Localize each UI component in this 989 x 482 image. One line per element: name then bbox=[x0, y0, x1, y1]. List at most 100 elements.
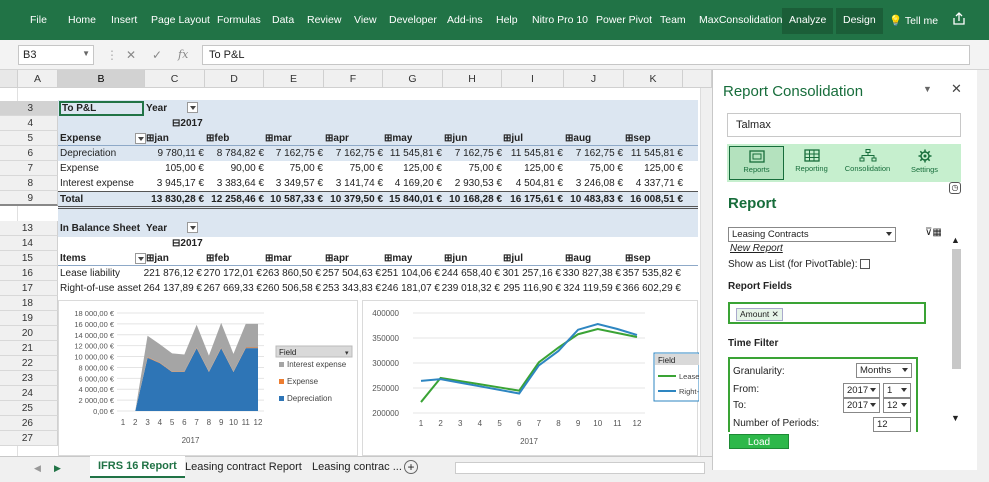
add-sheet-icon[interactable]: + bbox=[404, 460, 418, 474]
pane-options-icon[interactable]: ▼ bbox=[923, 84, 932, 94]
value-cell[interactable]: 7 162,75 € bbox=[565, 146, 623, 161]
row-header-18[interactable]: 18 bbox=[0, 296, 58, 311]
column-header-i[interactable]: I bbox=[502, 70, 564, 88]
value-cell[interactable]: 75,00 € bbox=[325, 161, 383, 176]
tab-formulas[interactable]: Formulas bbox=[217, 14, 261, 26]
tab-home[interactable]: Home bbox=[68, 14, 96, 26]
value-cell[interactable]: 90,00 € bbox=[206, 161, 264, 176]
row-header-21[interactable]: 21 bbox=[0, 341, 58, 356]
column-header-j[interactable]: J bbox=[564, 70, 624, 88]
row-header-5[interactable]: 5 bbox=[0, 131, 58, 146]
row-label[interactable]: Depreciation bbox=[60, 146, 116, 161]
report-select[interactable]: Leasing Contracts bbox=[728, 227, 896, 242]
month-header[interactable]: ⊞sep bbox=[625, 251, 651, 266]
value-cell[interactable]: 263 860,50 € bbox=[259, 266, 321, 281]
tab-team[interactable]: Team bbox=[660, 14, 686, 26]
value-cell[interactable]: 75,00 € bbox=[444, 161, 502, 176]
pivot-year[interactable]: ⊟2017 bbox=[172, 116, 203, 131]
tab-power-pivot[interactable]: Power Pivot bbox=[596, 14, 652, 26]
row-header-4[interactable]: 4 bbox=[0, 116, 58, 131]
name-box[interactable]: B3 ▼ bbox=[18, 45, 94, 65]
pivot2-col-field[interactable]: Year bbox=[146, 221, 199, 236]
month-header[interactable]: ⊞jun bbox=[444, 131, 467, 146]
row-label[interactable]: Interest expense bbox=[60, 176, 134, 191]
value-cell[interactable]: 251 104,06 € bbox=[378, 266, 440, 281]
month-header[interactable]: ⊞jun bbox=[444, 251, 467, 266]
load-button[interactable]: Load bbox=[729, 434, 789, 449]
month-header[interactable]: ⊞may bbox=[384, 251, 412, 266]
row-header-15[interactable]: 15 bbox=[0, 251, 58, 266]
total-cell[interactable]: 12 258,46 € bbox=[206, 192, 264, 207]
row-header-25[interactable]: 25 bbox=[0, 401, 58, 416]
column-header-a[interactable]: A bbox=[18, 70, 58, 88]
tab-review[interactable]: Review bbox=[307, 14, 341, 26]
month-header[interactable]: ⊞aug bbox=[565, 131, 591, 146]
value-cell[interactable]: 257 504,63 € bbox=[319, 266, 381, 281]
row-header-16[interactable]: 16 bbox=[0, 266, 58, 281]
tab-file[interactable]: File bbox=[30, 14, 47, 26]
row-header-23[interactable]: 23 bbox=[0, 371, 58, 386]
row-header-20[interactable]: 20 bbox=[0, 326, 58, 341]
value-cell[interactable]: 244 658,40 € bbox=[438, 266, 500, 281]
row-label[interactable]: Lease liability bbox=[60, 266, 146, 281]
row-header-13[interactable]: 13 bbox=[0, 221, 58, 236]
value-cell[interactable]: 2 930,53 € bbox=[444, 176, 502, 191]
stacked-area-chart[interactable]: 18 000,00 €16 000,00 €14 000,00 €12 000,… bbox=[58, 300, 358, 456]
horizontal-scrollbar[interactable] bbox=[455, 462, 705, 474]
to-month-select[interactable]: 12 bbox=[883, 398, 911, 413]
periods-input[interactable]: 12 bbox=[873, 417, 911, 432]
total-label[interactable]: Total bbox=[60, 192, 83, 207]
row-header-7[interactable]: 7 bbox=[0, 161, 58, 176]
month-header[interactable]: ⊞mar bbox=[265, 251, 292, 266]
vertical-scrollbar[interactable] bbox=[700, 88, 712, 456]
month-header[interactable]: ⊞apr bbox=[325, 131, 349, 146]
column-header-d[interactable]: D bbox=[205, 70, 264, 88]
row-header-6[interactable]: 6 bbox=[0, 146, 58, 161]
row-header-27[interactable]: 27 bbox=[0, 431, 58, 446]
pivot2-title[interactable]: In Balance Sheet bbox=[60, 221, 140, 236]
value-cell[interactable]: 330 827,38 € bbox=[559, 266, 621, 281]
total-cell[interactable]: 15 840,01 € bbox=[384, 192, 442, 207]
row-header-3[interactable]: 3 bbox=[0, 101, 58, 116]
value-cell[interactable]: 9 780,11 € bbox=[146, 146, 204, 161]
close-icon[interactable]: ✕ bbox=[951, 81, 962, 97]
report-fields-box[interactable]: Amount ✕ bbox=[728, 302, 926, 324]
value-cell[interactable]: 105,00 € bbox=[146, 161, 204, 176]
value-cell[interactable]: 4 504,81 € bbox=[503, 176, 563, 191]
value-cell[interactable]: 125,00 € bbox=[384, 161, 442, 176]
month-header[interactable]: ⊞jul bbox=[503, 251, 523, 266]
filter-dropdown-icon[interactable] bbox=[135, 253, 146, 264]
tell-me[interactable]: 💡 Tell me bbox=[889, 14, 938, 27]
row-header-9[interactable]: 9 bbox=[0, 191, 58, 206]
tab-analyze[interactable]: Analyze bbox=[782, 8, 834, 34]
value-cell[interactable]: 3 383,64 € bbox=[206, 176, 264, 191]
value-cell[interactable]: 3 246,08 € bbox=[565, 176, 623, 191]
month-header[interactable]: ⊞feb bbox=[206, 131, 229, 146]
value-cell[interactable]: 7 162,75 € bbox=[444, 146, 502, 161]
tab-developer[interactable]: Developer bbox=[389, 14, 437, 26]
total-cell[interactable]: 10 168,28 € bbox=[444, 192, 502, 207]
tab-maxconsolidation[interactable]: MaxConsolidation bbox=[699, 14, 782, 26]
total-cell[interactable]: 10 587,33 € bbox=[265, 192, 323, 207]
row-header-8[interactable]: 8 bbox=[0, 176, 58, 191]
month-header[interactable]: ⊞jan bbox=[146, 251, 169, 266]
value-cell[interactable]: 264 137,89 € bbox=[140, 281, 202, 296]
value-cell[interactable]: 239 018,32 € bbox=[438, 281, 500, 296]
value-cell[interactable]: 246 181,07 € bbox=[378, 281, 440, 296]
value-cell[interactable]: 295 116,90 € bbox=[497, 281, 561, 296]
total-cell[interactable]: 16 008,51 € bbox=[625, 192, 683, 207]
value-cell[interactable]: 3 945,17 € bbox=[146, 176, 204, 191]
value-cell[interactable]: 3 141,74 € bbox=[325, 176, 383, 191]
pivot-row-field[interactable]: Expense bbox=[60, 131, 146, 146]
row-header-26[interactable]: 26 bbox=[0, 416, 58, 431]
tab-settings[interactable]: Settings bbox=[897, 146, 952, 180]
field-chip-amount[interactable]: Amount ✕ bbox=[736, 308, 783, 321]
pivot2-year[interactable]: ⊟2017 bbox=[172, 236, 203, 251]
to-year-select[interactable]: 2017 bbox=[843, 398, 880, 413]
row-header-17[interactable]: 17 bbox=[0, 281, 58, 296]
tab-view[interactable]: View bbox=[354, 14, 377, 26]
value-cell[interactable]: 75,00 € bbox=[565, 161, 623, 176]
value-cell[interactable]: 366 602,29 € bbox=[619, 281, 681, 296]
pivot2-row-field[interactable]: Items bbox=[60, 251, 146, 266]
pivot-col-field[interactable]: Year bbox=[146, 101, 199, 116]
